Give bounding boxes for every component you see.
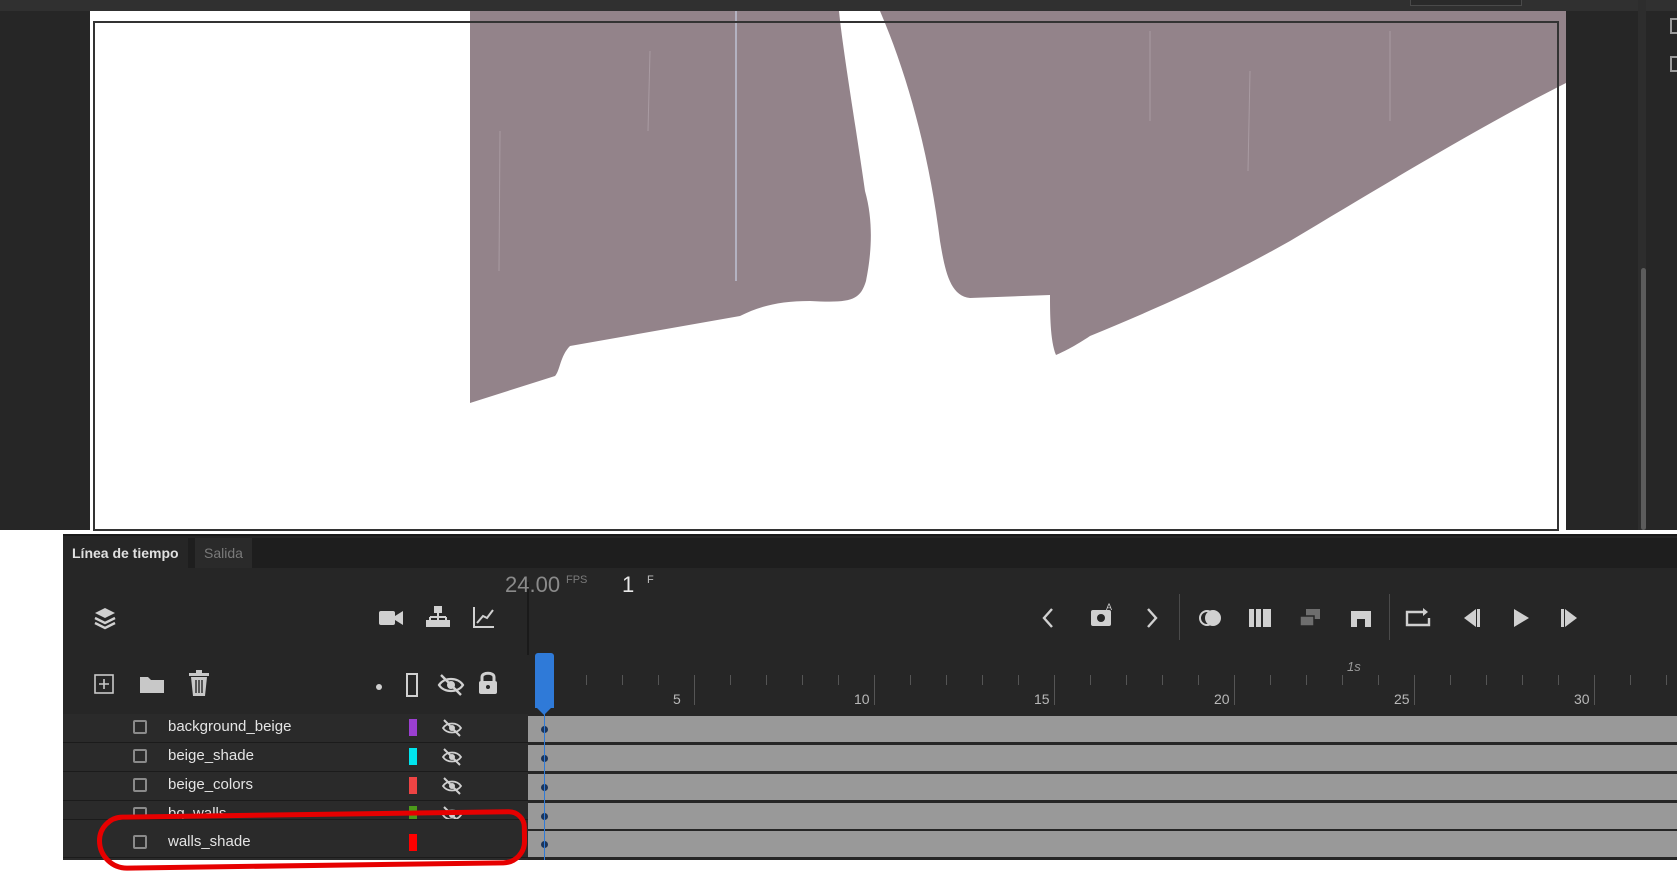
ruler-label: 10 bbox=[854, 691, 870, 707]
step-back-icon[interactable] bbox=[1460, 607, 1482, 629]
next-keyframe-icon[interactable] bbox=[1145, 607, 1159, 629]
frame-row[interactable] bbox=[528, 803, 1677, 829]
red-annotation-circle bbox=[96, 809, 528, 871]
step-forward-icon[interactable] bbox=[1559, 607, 1581, 629]
panel-icon[interactable] bbox=[1670, 18, 1677, 34]
layer-name[interactable]: background_beige bbox=[168, 718, 291, 735]
layer-type-icon bbox=[133, 778, 147, 792]
tab-output[interactable]: Salida bbox=[195, 538, 252, 568]
stage-canvas[interactable] bbox=[90, 11, 1566, 533]
layer-color-swatch[interactable] bbox=[409, 777, 417, 794]
ruler-label: 5 bbox=[673, 691, 681, 707]
fps-value[interactable]: 24.00 bbox=[505, 572, 560, 598]
layer-color-swatch[interactable] bbox=[409, 748, 417, 765]
ruler-label: 30 bbox=[1574, 691, 1590, 707]
prev-keyframe-icon[interactable] bbox=[1041, 607, 1055, 629]
svg-text:A: A bbox=[1106, 602, 1112, 612]
tab-timeline[interactable]: Línea de tiempo bbox=[63, 538, 188, 568]
toolbar-separator bbox=[1389, 594, 1390, 640]
camera-icon[interactable] bbox=[378, 609, 404, 627]
graph-icon[interactable] bbox=[472, 605, 496, 629]
trash-icon[interactable] bbox=[187, 669, 211, 697]
layer-row[interactable]: beige_colors bbox=[63, 772, 528, 801]
eye-hidden-icon[interactable] bbox=[437, 672, 465, 698]
ruler-label: 15 bbox=[1034, 691, 1050, 707]
layer-name[interactable]: beige_colors bbox=[168, 776, 253, 793]
frames-icon[interactable] bbox=[1298, 607, 1324, 629]
frame-row[interactable] bbox=[528, 831, 1677, 857]
layer-row[interactable]: background_beige bbox=[63, 714, 528, 743]
outline-icon[interactable] bbox=[405, 672, 419, 698]
vertical-scrollbar-thumb[interactable] bbox=[1641, 268, 1646, 530]
loop-icon[interactable] bbox=[1404, 606, 1432, 630]
eye-hidden-icon[interactable] bbox=[441, 747, 463, 772]
frames-grid bbox=[528, 714, 1677, 864]
ruler-seconds-label: 1s bbox=[1347, 659, 1361, 674]
play-icon[interactable] bbox=[1510, 607, 1532, 629]
add-layer-icon[interactable] bbox=[93, 673, 115, 695]
frame-row[interactable] bbox=[528, 745, 1677, 771]
workspace bbox=[0, 0, 1677, 533]
center-frame-icon[interactable] bbox=[1349, 607, 1373, 629]
playhead-line bbox=[544, 714, 545, 864]
layers-icon[interactable] bbox=[93, 606, 117, 630]
layer-color-swatch[interactable] bbox=[409, 719, 417, 736]
ruler-label: 25 bbox=[1394, 691, 1410, 707]
wall-shade-shape-left bbox=[470, 11, 871, 403]
wall-shade-shape-right bbox=[880, 11, 1566, 355]
layer-type-icon bbox=[133, 749, 147, 763]
ruler-label: 20 bbox=[1214, 691, 1230, 707]
top-toolbar-edge bbox=[0, 0, 1677, 11]
frame-row[interactable] bbox=[528, 774, 1677, 800]
eye-hidden-icon[interactable] bbox=[441, 776, 463, 801]
eye-hidden-icon[interactable] bbox=[441, 718, 463, 743]
lock-icon[interactable] bbox=[477, 670, 499, 696]
stage-artwork bbox=[470, 11, 1566, 403]
layer-tools-bar bbox=[63, 655, 528, 715]
frame-ruler[interactable] bbox=[528, 655, 1677, 715]
playhead[interactable] bbox=[535, 653, 554, 708]
layer-parenting-icon[interactable] bbox=[425, 605, 451, 629]
onion-skin-icon[interactable] bbox=[1196, 607, 1226, 629]
fps-unit: FPS bbox=[566, 574, 588, 586]
insert-keyframe-icon[interactable]: A bbox=[1089, 602, 1117, 632]
frame-row[interactable] bbox=[528, 716, 1677, 742]
current-frame-value[interactable]: 1 bbox=[622, 572, 634, 598]
right-toolbar-icons bbox=[1670, 18, 1677, 94]
folder-icon[interactable] bbox=[138, 673, 166, 695]
frame-unit: F bbox=[647, 574, 654, 586]
panel-tab-bar: Línea de tiempo Salida bbox=[63, 538, 1677, 568]
layer-type-icon bbox=[133, 720, 147, 734]
toolbar-separator bbox=[1179, 594, 1180, 640]
top-edge-widget[interactable] bbox=[1410, 0, 1522, 6]
layer-name[interactable]: beige_shade bbox=[168, 747, 254, 764]
edit-multiple-frames-icon[interactable] bbox=[1248, 607, 1272, 629]
dot-icon[interactable] bbox=[375, 683, 383, 691]
layer-row[interactable]: beige_shade bbox=[63, 743, 528, 772]
panel-icon[interactable] bbox=[1670, 56, 1677, 72]
